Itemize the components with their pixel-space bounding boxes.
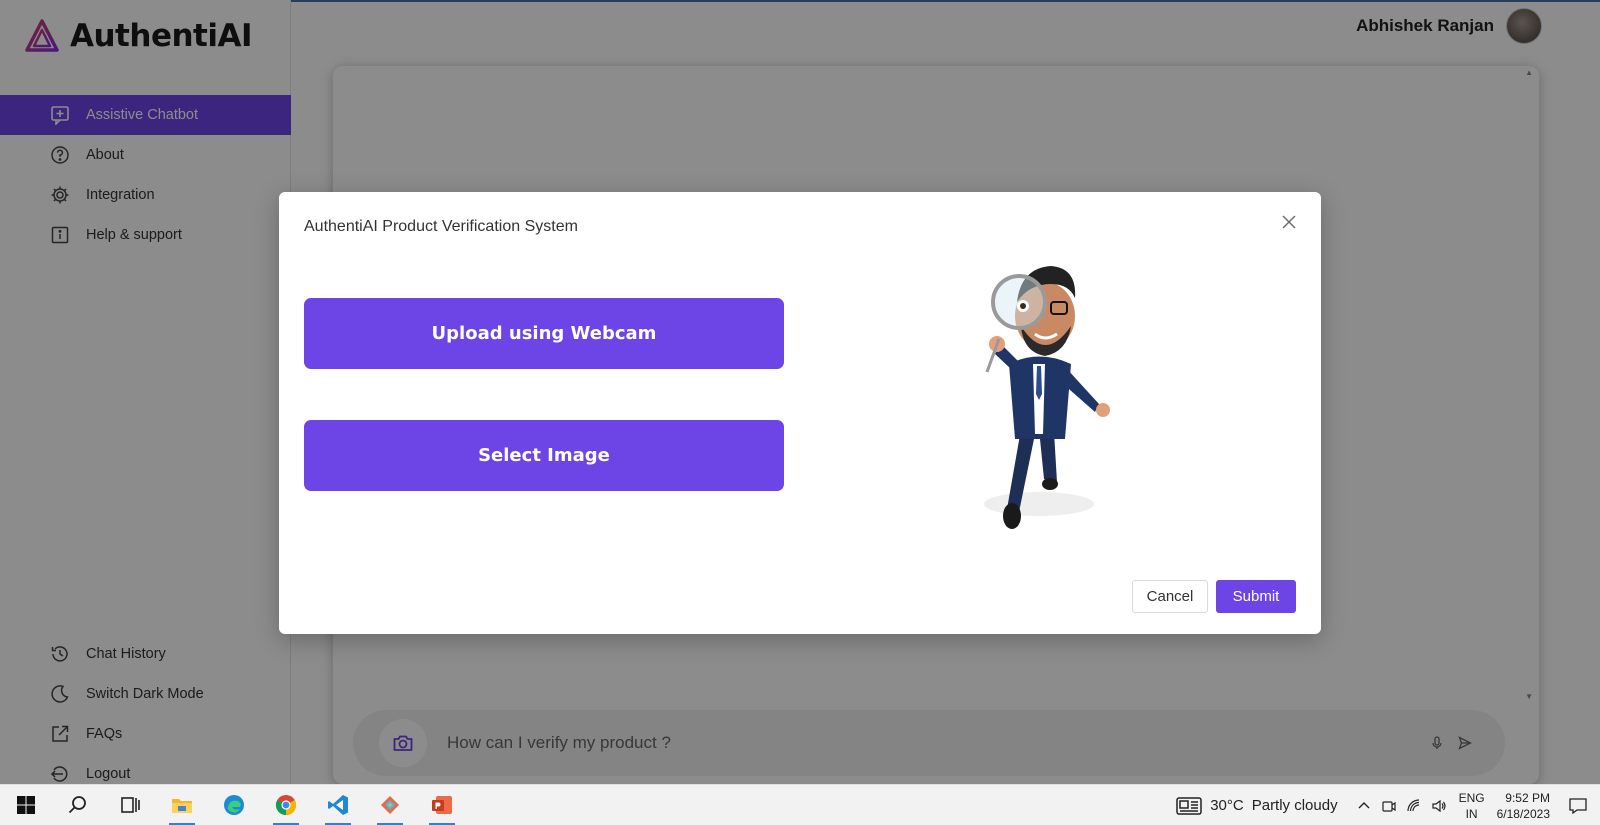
upload-webcam-button[interactable]: Upload using Webcam bbox=[304, 298, 784, 369]
detective-mascot-illustration bbox=[984, 266, 1110, 529]
start-button[interactable] bbox=[0, 785, 52, 825]
taskbar-file-explorer[interactable] bbox=[156, 785, 208, 825]
clock-date: 6/18/2023 bbox=[1496, 806, 1550, 821]
file-explorer-icon bbox=[172, 799, 192, 813]
system-tray: 30°C Partly cloudy ENG IN 9:52 PM 6/18/2… bbox=[1176, 785, 1600, 825]
windows-start-icon bbox=[17, 796, 35, 814]
taskbar-search[interactable] bbox=[52, 785, 104, 825]
cancel-button[interactable]: Cancel bbox=[1132, 580, 1208, 613]
taskbar-chrome[interactable] bbox=[260, 785, 312, 825]
notification-icon[interactable] bbox=[1568, 796, 1588, 816]
clock-time: 9:52 PM bbox=[1505, 790, 1550, 805]
chevron-up-icon[interactable] bbox=[1356, 798, 1372, 814]
task-view-icon bbox=[121, 797, 140, 813]
git-icon bbox=[381, 796, 399, 814]
tray-icons bbox=[1356, 798, 1447, 814]
windows-taskbar: 30°C Partly cloudy ENG IN 9:52 PM 6/18/2… bbox=[0, 784, 1600, 825]
weather-condition: Partly cloudy bbox=[1251, 797, 1338, 814]
clock[interactable]: 9:52 PM 6/18/2023 bbox=[1497, 790, 1550, 822]
submit-button[interactable]: Submit bbox=[1216, 580, 1296, 613]
lang-region: IN bbox=[1465, 806, 1478, 821]
lang-code: ENG bbox=[1458, 790, 1485, 805]
volume-icon[interactable] bbox=[1431, 798, 1447, 814]
vscode-icon bbox=[328, 795, 348, 815]
taskbar-powerpoint[interactable] bbox=[416, 785, 468, 825]
input-language[interactable]: ENG IN bbox=[1459, 790, 1485, 822]
taskbar-edge[interactable] bbox=[208, 785, 260, 825]
modal-title: AuthentiAI Product Verification System bbox=[304, 218, 578, 235]
wifi-icon[interactable] bbox=[1406, 798, 1422, 814]
edge-icon bbox=[224, 795, 244, 815]
search-icon bbox=[68, 796, 86, 814]
weather-news-icon bbox=[1176, 796, 1202, 815]
chrome-icon bbox=[275, 795, 297, 816]
close-button[interactable] bbox=[1279, 212, 1299, 232]
powerpoint-icon bbox=[432, 796, 452, 814]
weather-widget[interactable]: 30°C Partly cloudy bbox=[1176, 796, 1338, 815]
app-window: AuthentiAI Assistive Chatbot About Integ… bbox=[0, 0, 1600, 784]
weather-temperature: 30°C bbox=[1210, 797, 1244, 814]
task-view-button[interactable] bbox=[104, 785, 156, 825]
close-icon bbox=[1282, 215, 1296, 229]
select-image-button[interactable]: Select Image bbox=[304, 420, 784, 491]
meet-now-icon[interactable] bbox=[1381, 798, 1397, 814]
verification-modal: AuthentiAI Product Verification System U… bbox=[279, 192, 1321, 634]
taskbar-vscode[interactable] bbox=[312, 785, 364, 825]
taskbar-git[interactable] bbox=[364, 785, 416, 825]
